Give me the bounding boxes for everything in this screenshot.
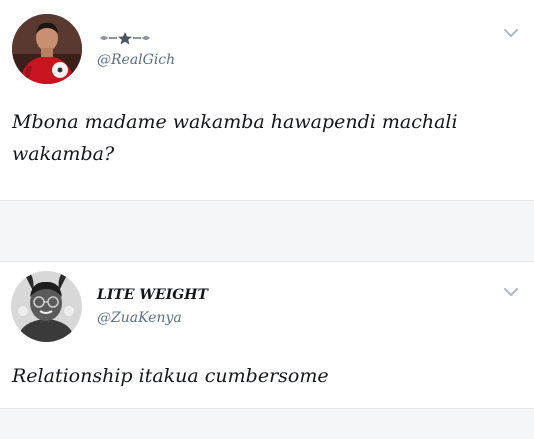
tweet-separator <box>0 200 534 262</box>
tweet-card[interactable]: @RealGich Mbona madame wakamba hawapendi… <box>0 0 534 200</box>
person-bunny-ears-avatar-image <box>11 271 82 342</box>
avatar[interactable] <box>12 14 82 84</box>
star-ornament-icon <box>100 32 150 45</box>
tweet-card[interactable]: LITE WEIGHT @ZuaKenya Relationship itaku… <box>0 262 534 408</box>
avatar[interactable] <box>11 271 82 342</box>
tweet-text: Mbona madame wakamba hawapendi machali w… <box>12 111 458 165</box>
tweet-text: Relationship itakua cumbersome <box>12 365 329 387</box>
chevron-down-icon[interactable] <box>503 287 519 297</box>
divider <box>0 200 534 201</box>
tweet-display-name[interactable]: LITE WEIGHT <box>97 287 208 303</box>
football-player-avatar-image <box>12 14 82 84</box>
tweet-separator <box>0 408 534 439</box>
tweet-handle[interactable]: @RealGich <box>97 52 175 68</box>
tweet-handle[interactable]: @ZuaKenya <box>97 310 182 326</box>
chevron-down-icon[interactable] <box>503 28 519 38</box>
divider <box>0 408 534 409</box>
